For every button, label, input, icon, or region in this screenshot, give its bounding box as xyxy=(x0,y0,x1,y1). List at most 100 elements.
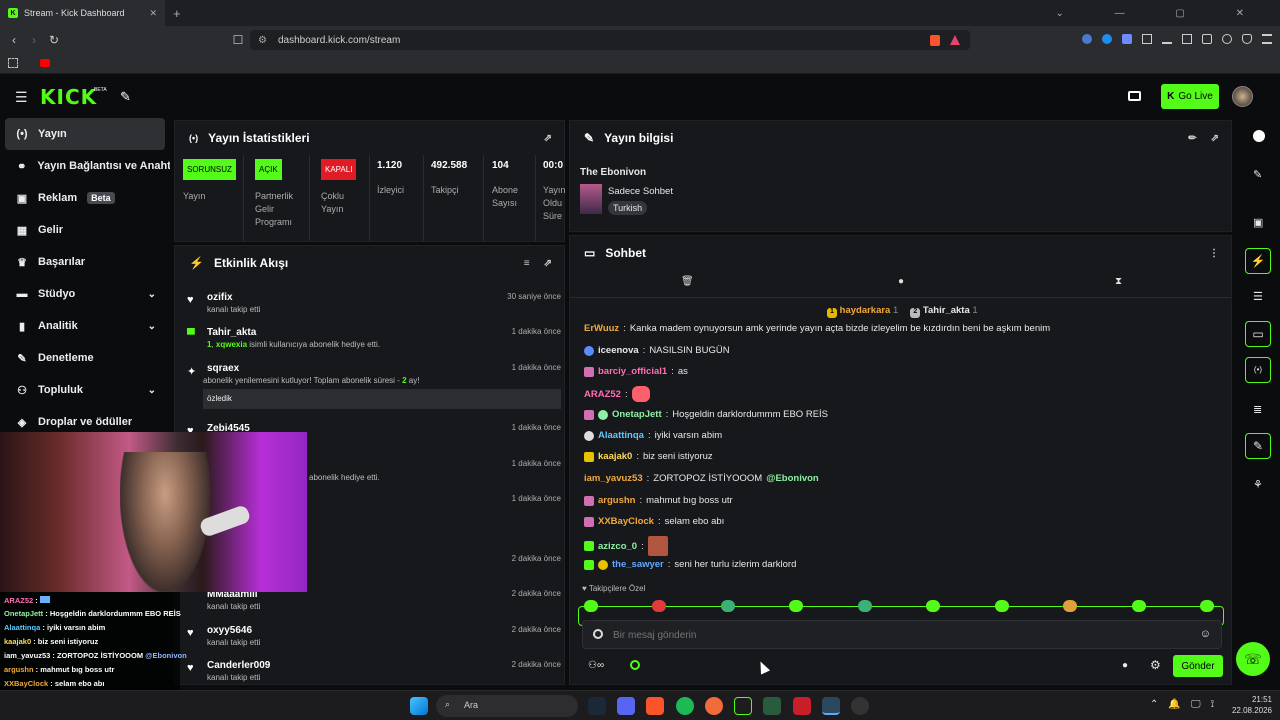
clock[interactable]: 21:51 22.08.2026 xyxy=(1222,694,1272,716)
sidebar-item-stream-key[interactable]: ⚭ Yayın Bağlantısı ve Anahtarı xyxy=(0,150,170,182)
kick-status-icon[interactable] xyxy=(630,660,640,670)
app-icon[interactable] xyxy=(793,697,811,715)
event-user[interactable]: ozifix xyxy=(207,292,233,303)
event-user[interactable]: oxyy5646 xyxy=(207,625,252,636)
chat-settings-bubble-icon[interactable]: ● xyxy=(1122,660,1128,671)
app-icon[interactable] xyxy=(734,697,752,715)
sidebar-item-ads[interactable]: ▣ Reklam Beta xyxy=(0,182,170,214)
extension-icon[interactable] xyxy=(1102,34,1112,44)
pip-icon[interactable] xyxy=(1128,91,1141,101)
popout-icon[interactable]: ⇗ xyxy=(544,133,552,144)
bookmark-icon[interactable]: ☐ xyxy=(228,33,248,47)
filter-icon[interactable]: ≡ xyxy=(524,258,530,269)
forward-icon[interactable]: › xyxy=(24,33,44,47)
users-icon[interactable]: ⚇∞ xyxy=(588,660,604,671)
sidebar-item-stream[interactable]: (•) Yayın xyxy=(5,118,165,150)
send-button[interactable]: Gönder xyxy=(1173,655,1223,677)
chat-user[interactable]: ARAZ52 xyxy=(584,389,621,400)
chat-user[interactable]: azizco_0 xyxy=(598,541,637,552)
chat-input[interactable] xyxy=(613,627,1173,643)
event-user[interactable]: Tahir_akta xyxy=(207,327,256,338)
reload-icon[interactable]: ↻ xyxy=(44,33,64,47)
youtube-bookmark-icon[interactable] xyxy=(40,59,50,67)
avatar[interactable] xyxy=(1232,86,1253,107)
share-icon[interactable]: ⚘ xyxy=(1253,478,1263,491)
popout-icon[interactable]: ⇗ xyxy=(544,258,552,269)
extension-icon[interactable] xyxy=(1122,34,1132,44)
emote-icon[interactable] xyxy=(584,600,598,612)
chat-user[interactable]: iceenova xyxy=(598,345,639,356)
chat-user[interactable]: Alaattinqa xyxy=(598,430,644,441)
sidebar-item-moderation[interactable]: ✎ Denetleme xyxy=(0,342,170,374)
menu-icon[interactable] xyxy=(1262,34,1272,44)
chat-user[interactable]: XXBayClock xyxy=(598,516,654,527)
emote-picker-left-icon[interactable] xyxy=(593,629,603,639)
emote-icon[interactable] xyxy=(1131,600,1146,612)
tab-close-icon[interactable]: ✕ xyxy=(149,8,157,19)
chat-user[interactable]: argushn xyxy=(598,495,635,506)
back-icon[interactable]: ‹ xyxy=(4,33,24,47)
wrench-icon[interactable]: ✎ xyxy=(120,89,131,105)
list-icon[interactable]: ☰ xyxy=(1253,290,1263,303)
emote-icon[interactable] xyxy=(857,600,872,612)
emote-icon[interactable] xyxy=(1063,600,1078,612)
emote-icon[interactable] xyxy=(720,600,735,612)
sidebar-item-analytics[interactable]: ▮ Analitik ⌄ xyxy=(0,310,170,342)
chat-user[interactable]: iam_yavuz53 xyxy=(584,473,643,484)
browser-tab[interactable]: K Stream - Kick Dashboard ✕ xyxy=(0,0,165,26)
chat-user[interactable]: ErWuuz xyxy=(584,323,619,334)
leo-icon[interactable] xyxy=(1222,34,1232,44)
hourglass-icon[interactable]: ⧗ xyxy=(1115,276,1122,287)
wallet-icon[interactable] xyxy=(1202,34,1212,44)
info-icon[interactable] xyxy=(1253,130,1265,142)
stack-icon[interactable]: ≣ xyxy=(1253,403,1262,416)
extension-icon[interactable] xyxy=(1082,34,1092,44)
gear-icon[interactable]: ⚙ xyxy=(1150,658,1161,672)
new-tab-button[interactable]: + xyxy=(173,6,181,21)
emote-icon[interactable] xyxy=(994,600,1009,612)
discord-app-icon[interactable] xyxy=(617,697,635,715)
brave-rewards-icon[interactable] xyxy=(950,35,960,45)
gifter-entry[interactable]: 2 Tahir_akta 1 xyxy=(910,305,978,318)
pencil-icon[interactable]: ✎ xyxy=(1253,168,1262,181)
steam-app-icon[interactable] xyxy=(588,697,606,715)
broadcast-toggle-icon[interactable]: (•) xyxy=(1245,357,1271,383)
sidebar-item-studio[interactable]: ▬ Stüdyo ⌄ xyxy=(0,278,170,310)
kick-logo[interactable]: KICK xyxy=(40,85,97,109)
gifter-entry[interactable]: 1 haydarkara 1 xyxy=(827,305,898,318)
sidebar-item-achievements[interactable]: ♛ Başarılar xyxy=(0,246,170,278)
puzzle-icon[interactable] xyxy=(1142,34,1152,44)
more-icon[interactable]: ⋮ xyxy=(1209,248,1219,259)
window-controls[interactable]: ⌄ — ▢ ✕ xyxy=(1055,8,1268,19)
language-tag[interactable]: Turkish xyxy=(608,201,648,215)
chat-user[interactable]: OnetapJett xyxy=(612,409,662,420)
system-tray-icons[interactable]: ⌃🔔🖵⟟ xyxy=(1150,699,1224,710)
bolt-toggle-icon[interactable]: ⚡ xyxy=(1245,248,1271,274)
category-name[interactable]: Sadece Sohbet xyxy=(608,186,673,197)
brave-shield-icon[interactable] xyxy=(930,34,940,46)
panel-icon[interactable]: ▣ xyxy=(1253,216,1263,229)
app-icon[interactable] xyxy=(763,697,781,715)
hamburger-menu-icon[interactable]: ☰ xyxy=(15,89,28,106)
chat-input-box[interactable]: ☺ xyxy=(582,620,1222,649)
support-button[interactable]: ☏ xyxy=(1236,642,1270,676)
vpn-icon[interactable] xyxy=(1242,34,1252,44)
chat-toggle-icon[interactable]: ▭ xyxy=(1245,321,1271,347)
emoji-icon[interactable]: ☺ xyxy=(1200,628,1211,640)
sidebar-item-revenue[interactable]: ▦ Gelir xyxy=(0,214,170,246)
spotify-app-icon[interactable] xyxy=(676,697,694,715)
emote-icon[interactable] xyxy=(652,600,667,612)
emote-icon[interactable] xyxy=(1199,600,1214,612)
chat-user[interactable]: kaajak0 xyxy=(598,451,632,462)
windows-start-icon[interactable] xyxy=(410,697,428,715)
chat-mention[interactable]: @Ebonivon xyxy=(766,473,819,484)
emote-icon[interactable] xyxy=(789,600,804,612)
wrench-toggle-icon[interactable]: ✎ xyxy=(1245,433,1271,459)
apps-grid-icon[interactable] xyxy=(8,58,18,68)
edit-icon[interactable]: ✏ xyxy=(1188,133,1196,144)
chat-user[interactable]: barciy_official1 xyxy=(598,366,667,377)
taskbar-search[interactable]: ⌕ Ara xyxy=(436,695,578,717)
go-live-button[interactable]: K Go Live xyxy=(1161,84,1219,109)
event-user[interactable]: sqraex xyxy=(207,363,239,374)
sidebar-toggle-icon[interactable] xyxy=(1182,34,1192,44)
